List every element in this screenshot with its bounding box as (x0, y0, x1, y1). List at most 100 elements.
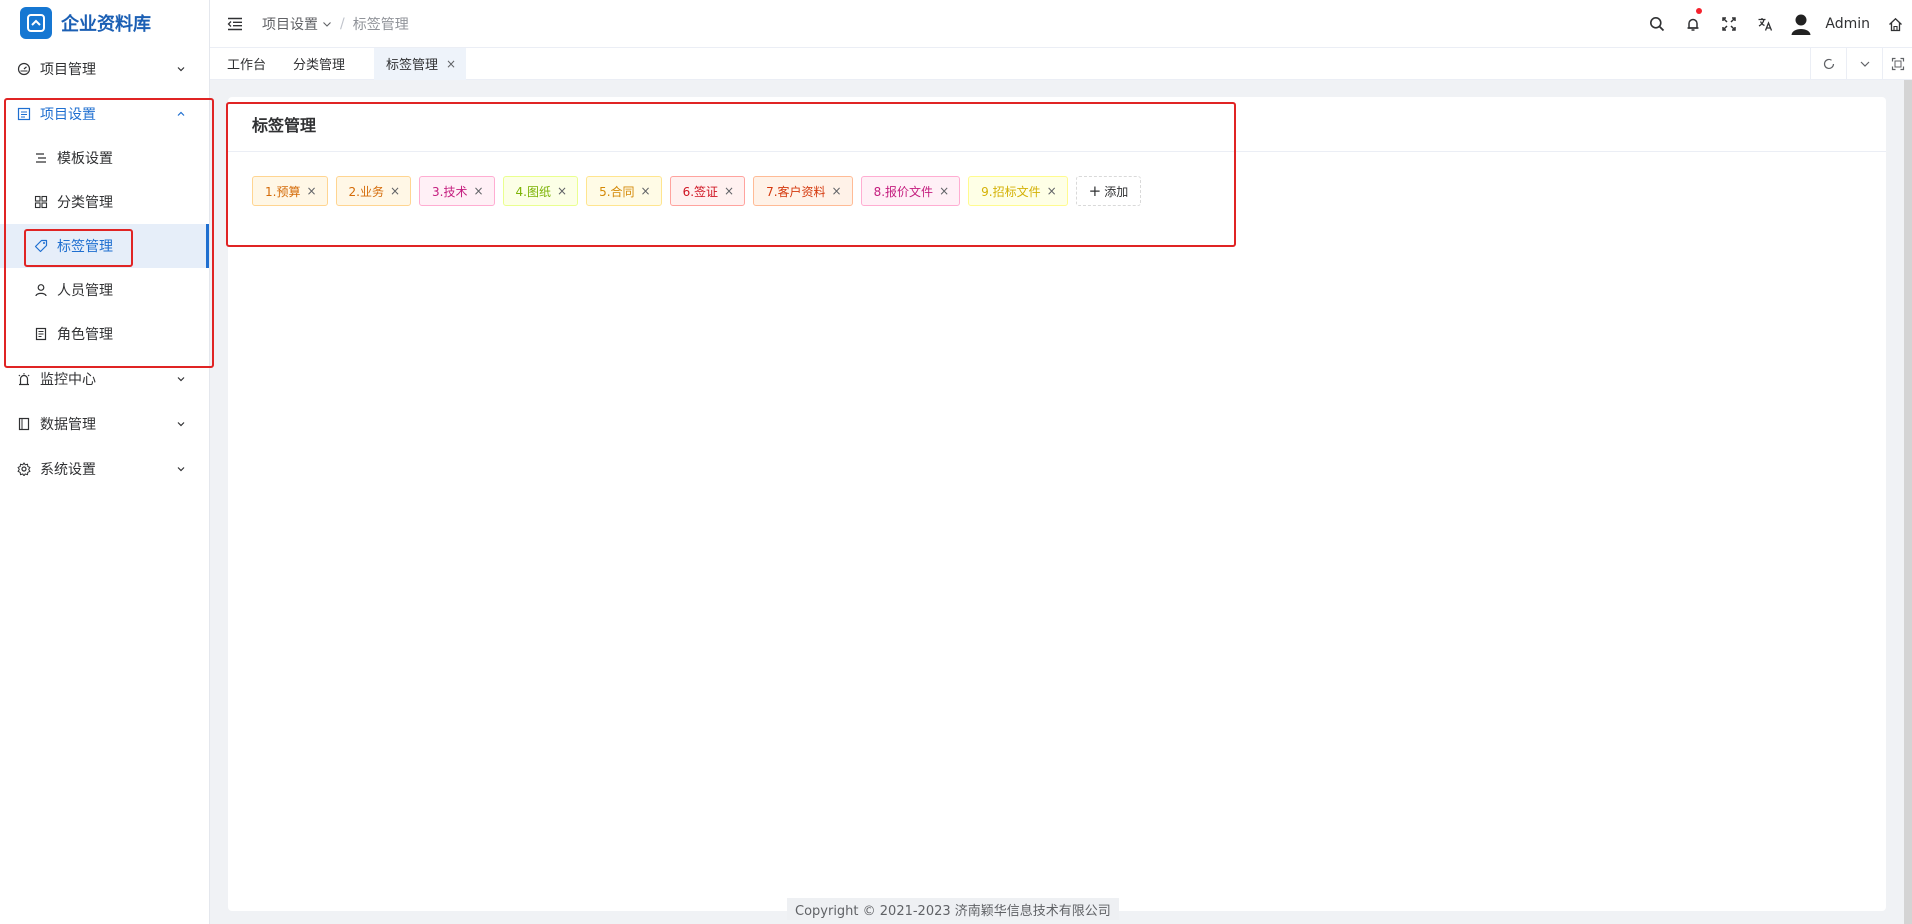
page-tabs: 工作台 分类管理 标签管理 × (210, 47, 1912, 80)
menu-item-label: 项目设置 (40, 106, 96, 123)
app-title: 企业资料库 (61, 14, 151, 35)
maximize-button[interactable] (1882, 48, 1912, 80)
breadcrumb-separator: / (340, 15, 345, 32)
page-scrollbar[interactable] (1904, 80, 1912, 924)
footer-copyright: Copyright © 2021-2023 济南颖华信息技术有限公司 (787, 898, 1119, 920)
logo-icon (20, 7, 52, 39)
sidebar-item-tag-management[interactable]: 标签管理 (0, 224, 209, 268)
sidebar-item-label: 模板设置 (57, 151, 113, 167)
chevron-up-icon (175, 108, 187, 120)
translate-icon (1758, 18, 1773, 31)
tab-label: 标签管理 (386, 58, 439, 73)
sidebar-item-label: 角色管理 (57, 327, 113, 343)
tag-list: 1.预算 × 2.业务 × 3.技术 × 4.图纸 × 5.合同 × 6.签证 × 7.客户资料 × 8.报… (228, 152, 1886, 206)
home-button[interactable] (1878, 0, 1912, 48)
top-header: 项目设置 / 标签管理 Admin (210, 0, 1912, 48)
tag-label: 6.签证 (682, 184, 719, 199)
tab-label: 分类管理 (293, 58, 346, 73)
tag-label: 5.合同 (599, 184, 635, 199)
header-toolbar: Admin (1639, 0, 1912, 48)
close-icon[interactable]: × (390, 184, 400, 198)
close-icon[interactable]: × (641, 184, 651, 198)
tab-tag-management[interactable]: 标签管理 × (374, 47, 467, 80)
collapse-icon (227, 17, 242, 30)
sidebar-item-role-management[interactable]: 角色管理 (0, 312, 209, 356)
tag-item[interactable]: 2.业务 × (335, 176, 412, 206)
home-icon (1888, 17, 1902, 31)
chevron-down-icon (175, 418, 187, 430)
close-icon[interactable]: × (939, 184, 949, 198)
tag-label: 8.报价文件 (873, 184, 934, 199)
fullscreen-button[interactable] (1711, 0, 1747, 48)
bell-icon (1687, 18, 1699, 31)
tabs-dropdown-button[interactable] (1846, 48, 1882, 80)
grid-icon (33, 194, 49, 210)
menu-item-data-management[interactable]: 数据管理 (0, 401, 209, 446)
avatar-icon (1791, 14, 1811, 35)
tag-item[interactable]: 7.客户资料 × (753, 176, 853, 206)
fullscreen-icon (1722, 17, 1737, 31)
menu-item-project-management[interactable]: 项目管理 (0, 46, 209, 91)
tag-label: 3.技术 (432, 184, 468, 199)
maximize-icon (1891, 57, 1904, 71)
user-menu[interactable]: Admin (1789, 12, 1870, 36)
tag-label: 1.预算 (265, 184, 301, 199)
search-button[interactable] (1639, 0, 1675, 48)
tag-item[interactable]: 6.签证 × (669, 176, 746, 206)
alarm-icon (16, 371, 32, 387)
list-icon (16, 106, 32, 122)
plus-icon: + (1088, 182, 1102, 200)
side-menu: 项目管理 项目设置 模板设置 分类管理 标签管理 人员管理 角色管理 监控中心 … (0, 46, 209, 491)
tag-management-card: 标签管理 1.预算 × 2.业务 × 3.技术 × 4.图纸 × 5.合同 × 6.签证 × 7.客户资… (228, 97, 1886, 911)
tag-label: 7.客户资料 (766, 184, 826, 199)
close-icon[interactable]: × (557, 184, 567, 198)
tag-item[interactable]: 3.技术 × (419, 176, 495, 206)
sidebar-item-label: 标签管理 (57, 239, 113, 255)
add-tag-button[interactable]: + 添加 (1075, 176, 1142, 206)
tab-category-management[interactable]: 分类管理 (283, 48, 362, 80)
book-icon (16, 416, 32, 432)
close-icon[interactable]: × (832, 184, 842, 198)
menu-item-label: 项目管理 (40, 61, 96, 78)
sidebar-item-template-settings[interactable]: 模板设置 (0, 136, 209, 180)
tag-label: 9.招标文件 (981, 184, 1041, 199)
breadcrumb-parent[interactable]: 项目设置 (262, 14, 318, 34)
sidebar-item-label: 人员管理 (57, 283, 113, 299)
notification-button[interactable] (1675, 0, 1711, 48)
tab-workbench[interactable]: 工作台 (210, 48, 283, 80)
tag-item[interactable]: 1.预算 × (252, 176, 328, 206)
tag-item[interactable]: 8.报价文件 × (860, 176, 961, 206)
chevron-down-icon (175, 63, 187, 75)
menu-collapse-button[interactable] (220, 17, 250, 31)
app-logo[interactable]: 企业资料库 (0, 0, 209, 46)
menu-item-monitoring-center[interactable]: 监控中心 (0, 356, 209, 401)
refresh-icon (1823, 58, 1834, 70)
chevron-down-icon (1860, 61, 1869, 67)
tag-item[interactable]: 5.合同 × (586, 176, 662, 206)
tag-label: 2.业务 (348, 184, 384, 199)
page-title: 标签管理 (252, 116, 317, 135)
chevron-down-icon (175, 463, 187, 475)
tabs-toolbar (1810, 48, 1912, 80)
close-icon[interactable]: × (446, 57, 456, 71)
chevron-down-icon (175, 373, 187, 385)
translate-button[interactable] (1747, 0, 1783, 48)
sidebar-item-category-management[interactable]: 分类管理 (0, 180, 209, 224)
close-icon[interactable]: × (306, 184, 316, 198)
menu-item-label: 监控中心 (40, 371, 96, 388)
tag-item[interactable]: 4.图纸 × (502, 176, 579, 206)
align-icon (33, 150, 49, 166)
refresh-button[interactable] (1810, 48, 1846, 80)
user-name: Admin (1825, 16, 1870, 32)
sidebar: 企业资料库 项目管理 项目设置 模板设置 分类管理 标签管理 人员管理 角色管理… (0, 0, 210, 924)
sidebar-item-personnel-management[interactable]: 人员管理 (0, 268, 209, 312)
notification-dot (1696, 8, 1703, 14)
menu-item-project-settings[interactable]: 项目设置 (0, 91, 209, 136)
menu-item-system-settings[interactable]: 系统设置 (0, 446, 209, 491)
close-icon[interactable]: × (473, 184, 483, 198)
chevron-down-icon[interactable] (322, 19, 332, 29)
tag-label: 4.图纸 (515, 184, 551, 199)
tag-item[interactable]: 9.招标文件 × (968, 176, 1068, 206)
close-icon[interactable]: × (724, 184, 734, 198)
close-icon[interactable]: × (1047, 184, 1057, 198)
